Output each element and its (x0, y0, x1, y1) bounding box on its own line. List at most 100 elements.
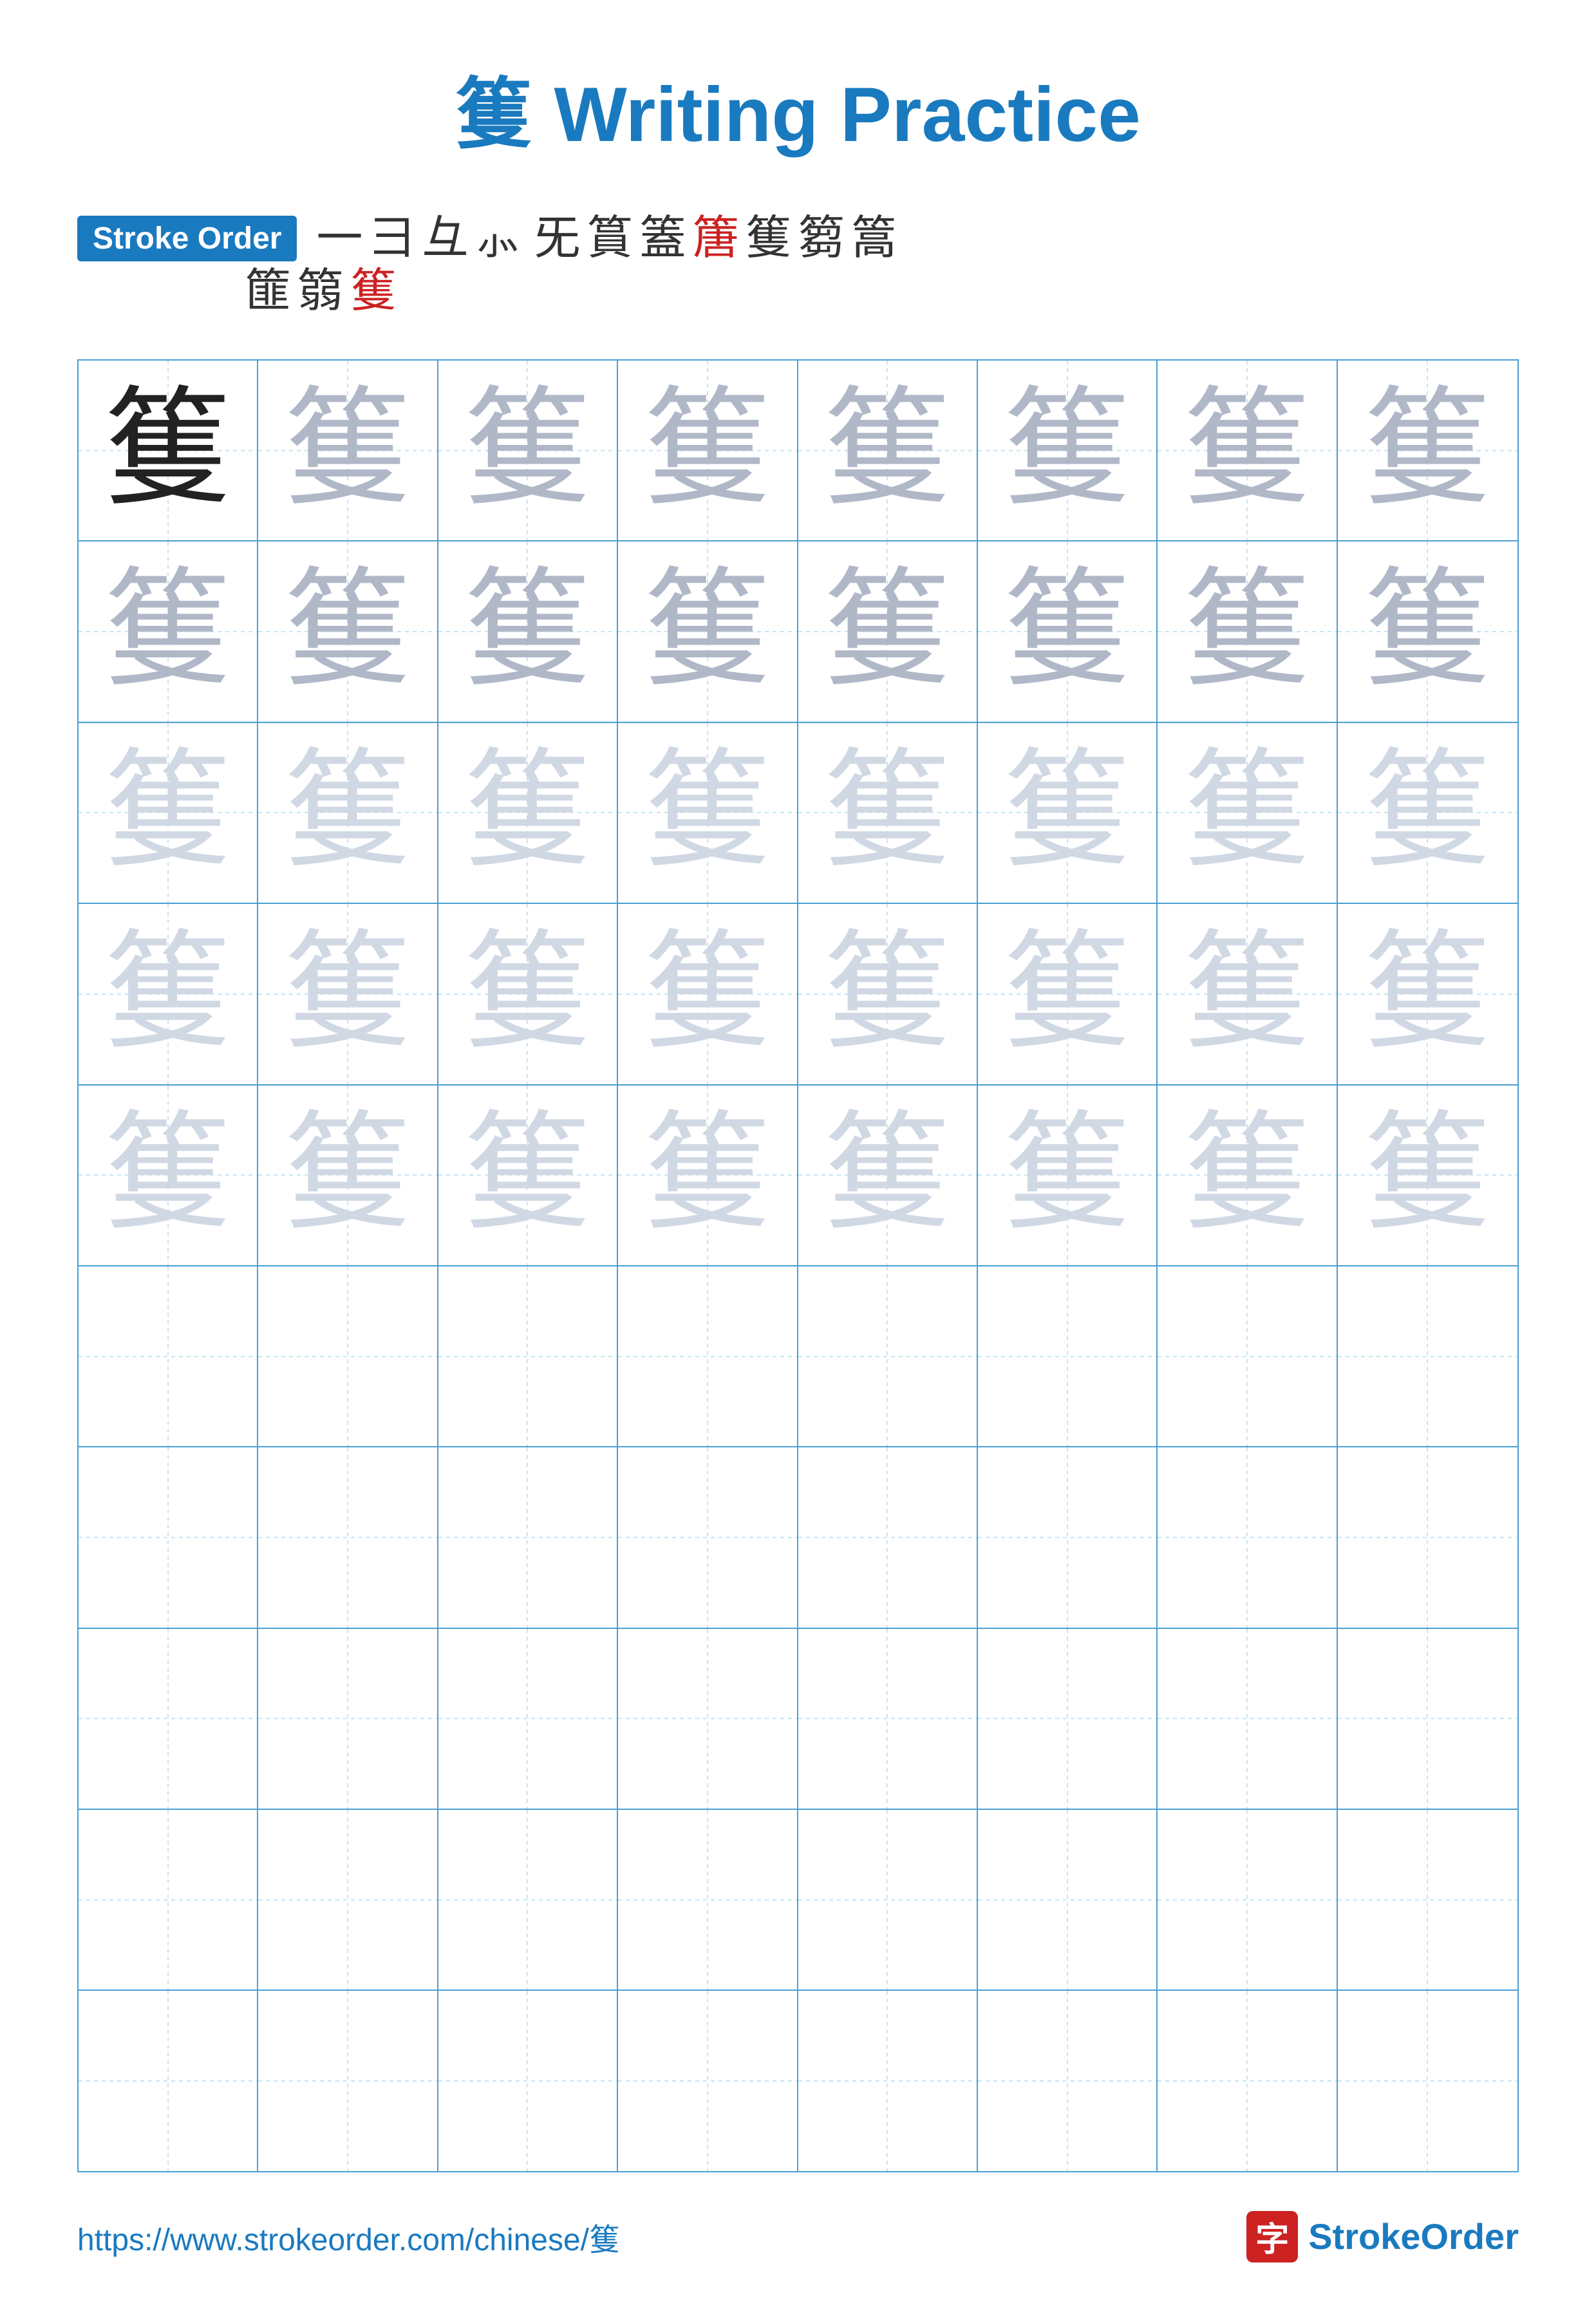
grid-cell-8-0[interactable] (79, 1810, 258, 1989)
grid-cell-8-4[interactable] (798, 1810, 978, 1989)
grid-char-0-1: 篗 (283, 386, 412, 515)
grid-char-0-7: 篗 (1363, 386, 1492, 515)
practice-grid: 篗篗篗篗篗篗篗篗篗篗篗篗篗篗篗篗篗篗篗篗篗篗篗篗篗篗篗篗篗篗篗篗篗篗篗篗篗篗篗篗 (77, 359, 1519, 2172)
grid-cell-9-1[interactable] (258, 1991, 438, 2170)
grid-cell-7-1[interactable] (258, 1629, 438, 1809)
grid-cell-5-2[interactable] (438, 1266, 618, 1446)
grid-cell-2-2[interactable]: 篗 (438, 723, 618, 903)
grid-cell-0-4[interactable]: 篗 (798, 361, 978, 540)
stroke-chars: ⼀ ⺕ ⺔ ⺗ ⺚ ⺛ 篔 篕 篖 篗 篘 篙 (316, 215, 897, 261)
footer-url[interactable]: https://www.strokeorder.com/chinese/篗 (77, 2214, 620, 2259)
grid-cell-3-3[interactable]: 篗 (618, 904, 798, 1084)
stroke-char-3: ⺔ (422, 215, 468, 261)
grid-cell-7-2[interactable] (438, 1629, 618, 1809)
grid-cell-4-7[interactable]: 篗 (1338, 1086, 1517, 1265)
grid-cell-1-6[interactable]: 篗 (1158, 541, 1337, 721)
grid-cell-0-3[interactable]: 篗 (618, 361, 798, 540)
grid-cell-2-1[interactable]: 篗 (258, 723, 438, 903)
grid-cell-1-1[interactable]: 篗 (258, 541, 438, 721)
grid-cell-4-5[interactable]: 篗 (978, 1086, 1158, 1265)
grid-cell-9-0[interactable] (79, 1991, 258, 2170)
grid-cell-3-5[interactable]: 篗 (978, 904, 1158, 1084)
grid-cell-3-2[interactable]: 篗 (438, 904, 618, 1084)
grid-cell-4-0[interactable]: 篗 (79, 1086, 258, 1265)
grid-row-0: 篗篗篗篗篗篗篗篗 (79, 361, 1517, 541)
grid-cell-8-3[interactable] (618, 1810, 798, 1989)
grid-cell-7-6[interactable] (1158, 1629, 1337, 1809)
grid-cell-9-6[interactable] (1158, 1991, 1337, 2170)
grid-cell-9-7[interactable] (1338, 1991, 1517, 2170)
grid-cell-5-5[interactable] (978, 1266, 1158, 1446)
grid-cell-0-5[interactable]: 篗 (978, 361, 1158, 540)
grid-char-3-6: 篗 (1183, 930, 1311, 1058)
grid-row-6 (79, 1447, 1517, 1628)
grid-cell-3-4[interactable]: 篗 (798, 904, 978, 1084)
grid-cell-3-6[interactable]: 篗 (1158, 904, 1337, 1084)
grid-cell-9-3[interactable] (618, 1991, 798, 2170)
grid-cell-8-6[interactable] (1158, 1810, 1337, 1989)
grid-cell-8-1[interactable] (258, 1810, 438, 1989)
grid-cell-6-3[interactable] (618, 1447, 798, 1627)
stroke-order-row: Stroke Order ⼀ ⺕ ⺔ ⺗ ⺚ ⺛ 篔 篕 篖 篗 篘 篙 (77, 215, 1519, 261)
grid-cell-6-5[interactable] (978, 1447, 1158, 1627)
grid-cell-6-0[interactable] (79, 1447, 258, 1627)
grid-cell-5-3[interactable] (618, 1266, 798, 1446)
grid-cell-6-1[interactable] (258, 1447, 438, 1627)
grid-char-2-0: 篗 (104, 748, 232, 877)
grid-cell-4-2[interactable]: 篗 (438, 1086, 618, 1265)
grid-cell-6-6[interactable] (1158, 1447, 1337, 1627)
grid-cell-0-7[interactable]: 篗 (1338, 361, 1517, 540)
grid-char-3-5: 篗 (1003, 930, 1132, 1058)
grid-cell-7-7[interactable] (1338, 1629, 1517, 1809)
grid-cell-1-2[interactable]: 篗 (438, 541, 618, 721)
grid-cell-4-4[interactable]: 篗 (798, 1086, 978, 1265)
grid-char-2-4: 篗 (823, 748, 952, 877)
grid-cell-3-0[interactable]: 篗 (79, 904, 258, 1084)
grid-cell-9-4[interactable] (798, 1991, 978, 2170)
grid-cell-7-5[interactable] (978, 1629, 1158, 1809)
grid-cell-2-3[interactable]: 篗 (618, 723, 798, 903)
grid-cell-1-5[interactable]: 篗 (978, 541, 1158, 721)
grid-cell-5-0[interactable] (79, 1266, 258, 1446)
grid-cell-8-2[interactable] (438, 1810, 618, 1989)
grid-cell-9-5[interactable] (978, 1991, 1158, 2170)
grid-cell-1-4[interactable]: 篗 (798, 541, 978, 721)
grid-cell-6-2[interactable] (438, 1447, 618, 1627)
stroke-order-badge: Stroke Order (77, 216, 297, 261)
grid-cell-7-4[interactable] (798, 1629, 978, 1809)
grid-cell-1-0[interactable]: 篗 (79, 541, 258, 721)
grid-cell-8-7[interactable] (1338, 1810, 1517, 1989)
grid-cell-3-1[interactable]: 篗 (258, 904, 438, 1084)
grid-cell-4-6[interactable]: 篗 (1158, 1086, 1337, 1265)
grid-cell-5-7[interactable] (1338, 1266, 1517, 1446)
grid-cell-3-7[interactable]: 篗 (1338, 904, 1517, 1084)
grid-cell-2-6[interactable]: 篗 (1158, 723, 1337, 903)
grid-cell-7-0[interactable] (79, 1629, 258, 1809)
stroke-char-10: 篗 (746, 215, 792, 261)
grid-cell-5-4[interactable] (798, 1266, 978, 1446)
grid-cell-1-3[interactable]: 篗 (618, 541, 798, 721)
stroke-char-13: 篚 (245, 268, 291, 314)
grid-cell-2-7[interactable]: 篗 (1338, 723, 1517, 903)
grid-cell-0-2[interactable]: 篗 (438, 361, 618, 540)
grid-row-9 (79, 1991, 1517, 2170)
grid-cell-2-4[interactable]: 篗 (798, 723, 978, 903)
grid-cell-6-4[interactable] (798, 1447, 978, 1627)
grid-cell-0-1[interactable]: 篗 (258, 361, 438, 540)
grid-cell-4-3[interactable]: 篗 (618, 1086, 798, 1265)
grid-cell-7-3[interactable] (618, 1629, 798, 1809)
stroke-char-14: 篛 (297, 268, 344, 314)
grid-cell-2-5[interactable]: 篗 (978, 723, 1158, 903)
grid-cell-4-1[interactable]: 篗 (258, 1086, 438, 1265)
grid-cell-1-7[interactable]: 篗 (1338, 541, 1517, 721)
grid-cell-0-6[interactable]: 篗 (1158, 361, 1337, 540)
grid-row-4: 篗篗篗篗篗篗篗篗 (79, 1086, 1517, 1266)
grid-cell-2-0[interactable]: 篗 (79, 723, 258, 903)
grid-cell-0-0[interactable]: 篗 (79, 361, 258, 540)
grid-cell-6-7[interactable] (1338, 1447, 1517, 1627)
grid-cell-5-6[interactable] (1158, 1266, 1337, 1446)
grid-cell-8-5[interactable] (978, 1810, 1158, 1989)
grid-cell-5-1[interactable] (258, 1266, 438, 1446)
stroke-char-7: 篔 (587, 215, 634, 261)
grid-cell-9-2[interactable] (438, 1991, 618, 2170)
